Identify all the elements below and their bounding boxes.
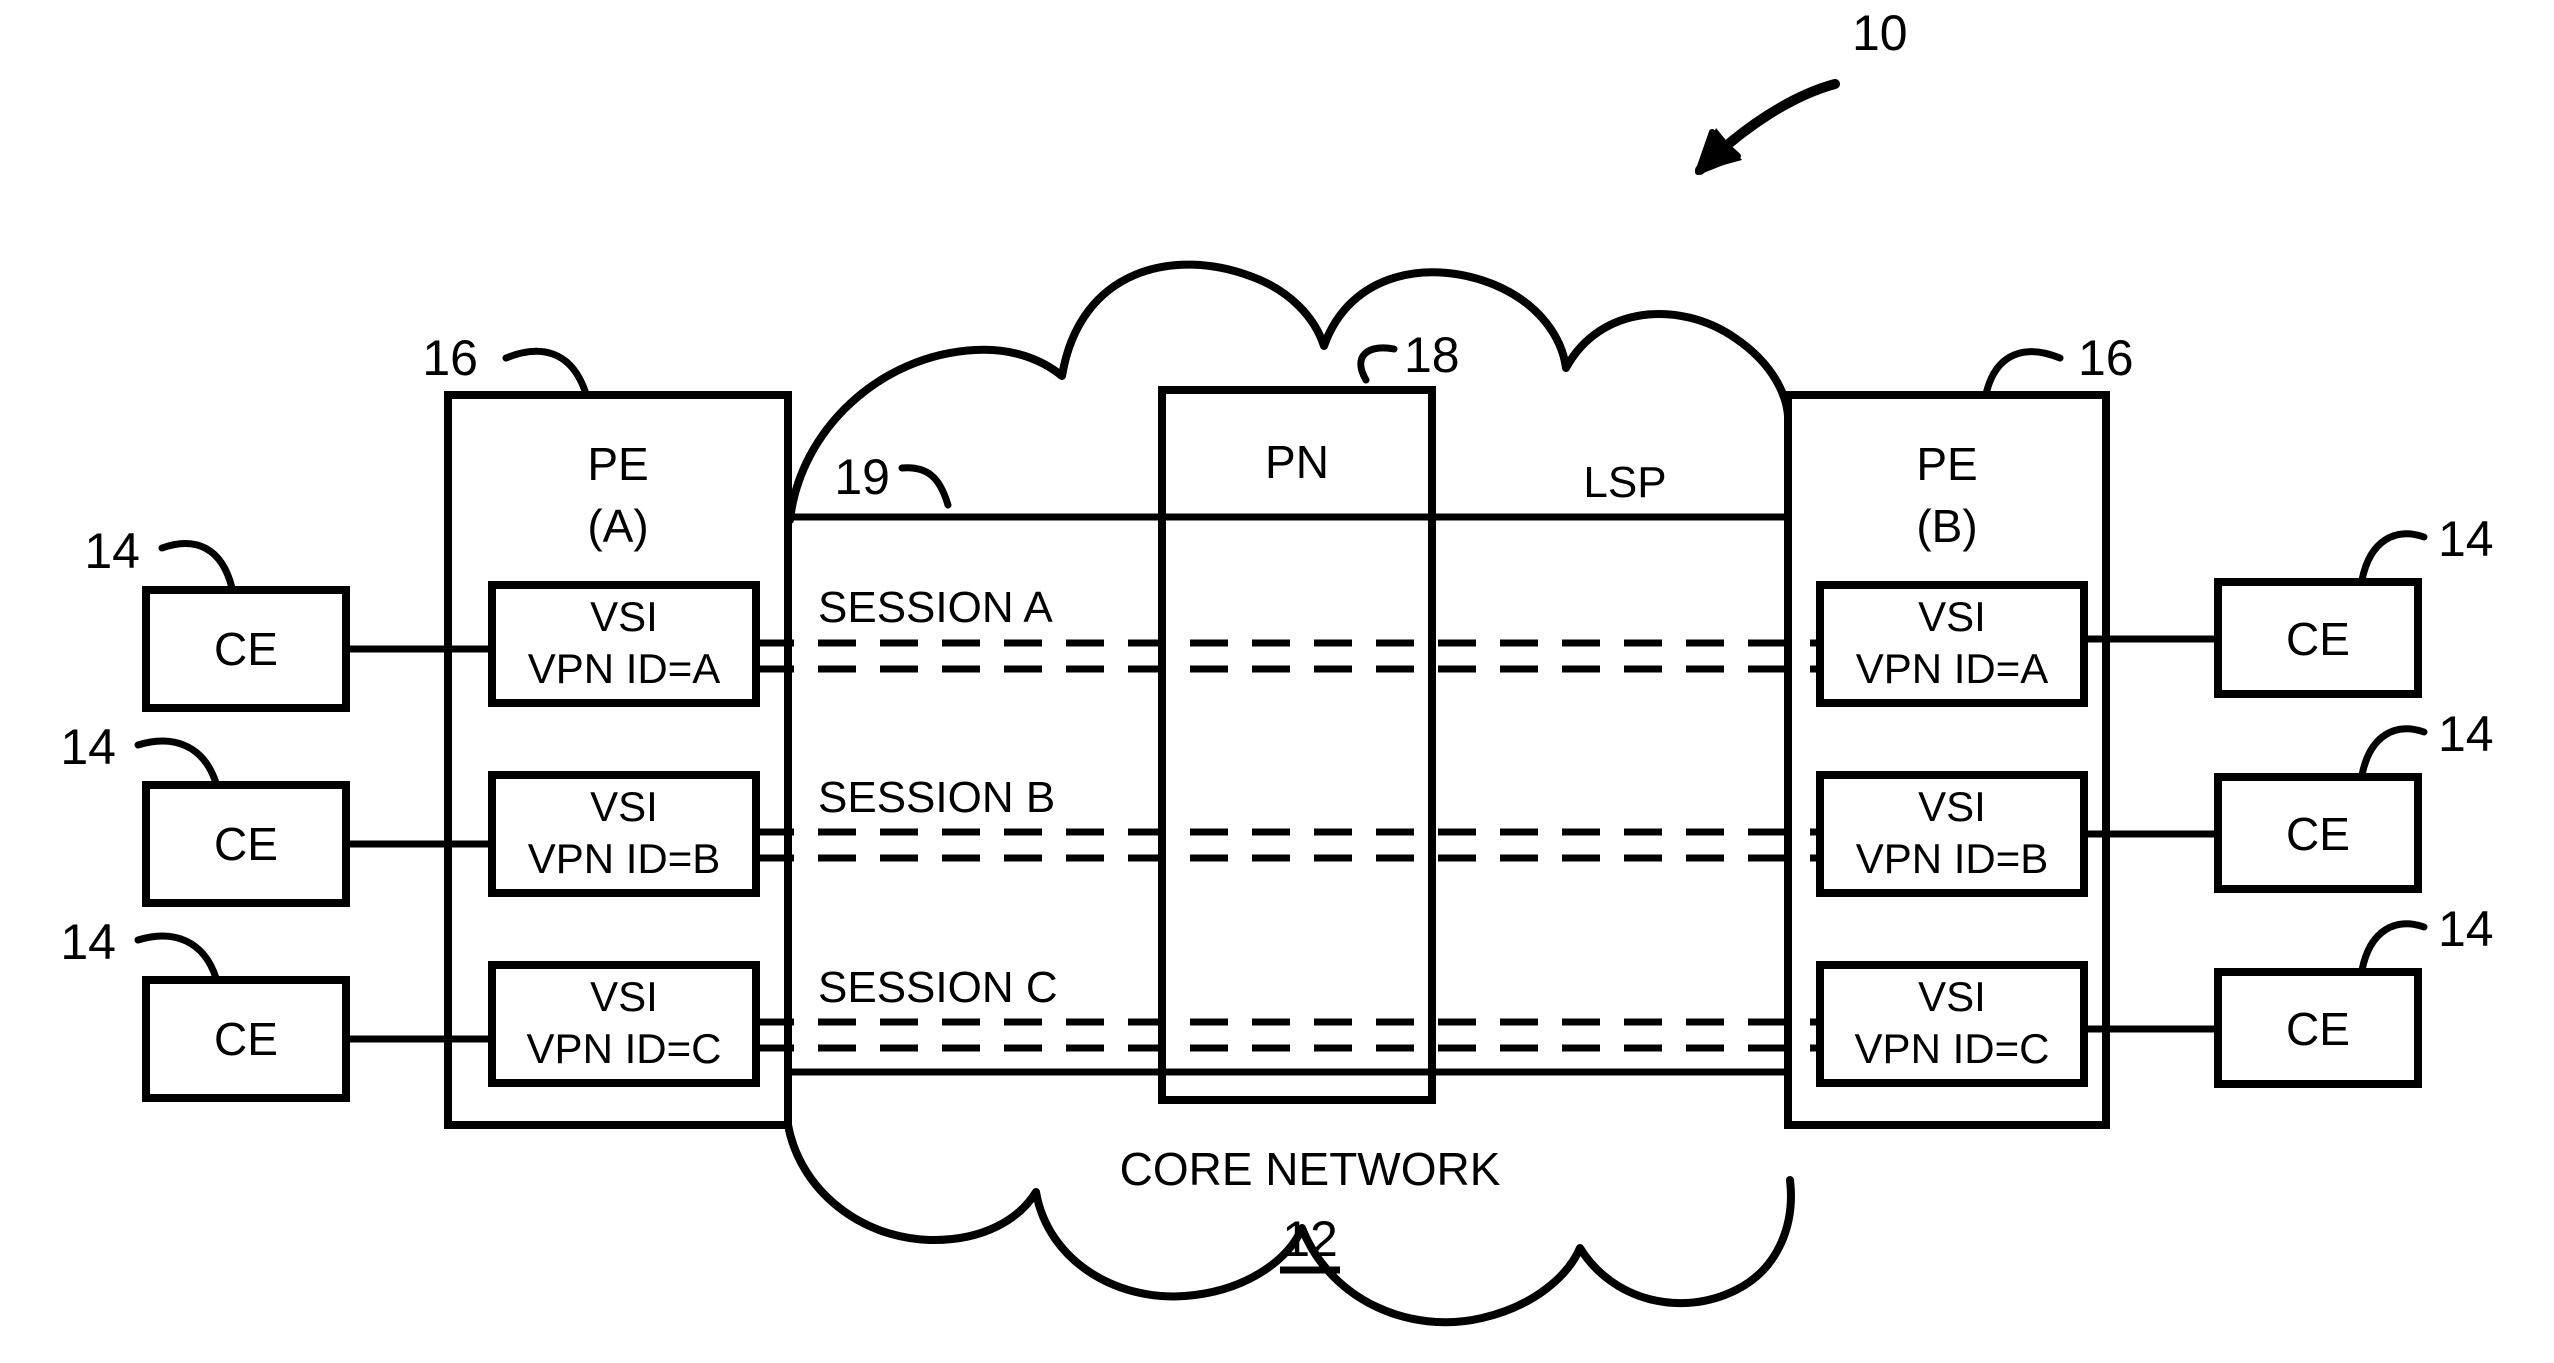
pn-numeral: 18 <box>1404 327 1460 383</box>
vsi-left-a-line1: VSI <box>590 593 658 640</box>
pn-label: PN <box>1265 436 1329 488</box>
patent-figure-canvas: PE (A) PE (B) PN LSP VSI VPN ID=A VSI VP… <box>0 0 2554 1363</box>
pe-b-label-line2: (B) <box>1916 500 1977 552</box>
pn-leader <box>1357 344 1398 384</box>
ce-left-2-label: CE <box>214 818 278 870</box>
ce-left-1-numeral: 14 <box>84 523 140 579</box>
ce-right-1-label: CE <box>2286 613 2350 665</box>
ce-left-3-leader <box>134 932 220 982</box>
pe-b-label-line1: PE <box>1916 438 1977 490</box>
ce-left-1-label: CE <box>214 623 278 675</box>
ce-right-3-leader <box>2358 920 2428 974</box>
ce-right-1-numeral: 14 <box>2438 511 2494 567</box>
lsp-numeral: 19 <box>834 449 890 505</box>
lsp-leader <box>898 464 952 509</box>
ce-left-2-leader <box>134 737 220 787</box>
ce-left-1-leader <box>158 540 236 592</box>
pe-a-numeral: 16 <box>422 330 478 386</box>
core-network-label: CORE NETWORK <box>1120 1143 1501 1195</box>
vsi-right-c-line2: VPN ID=C <box>1855 1025 2050 1072</box>
vsi-left-b-line2: VPN ID=B <box>528 835 721 882</box>
session-a-label: SESSION A <box>818 583 1053 632</box>
pe-a-leader <box>502 347 590 398</box>
core-network-numeral: 12 <box>1282 1211 1338 1267</box>
ce-right-1-leader <box>2358 530 2428 584</box>
pe-a-label-line1: PE <box>587 438 648 490</box>
figure-numeral: 10 <box>1852 5 1908 61</box>
ce-left-3-numeral: 14 <box>60 914 116 970</box>
session-b-label: SESSION B <box>818 773 1055 822</box>
ce-right-3-label: CE <box>2286 1003 2350 1055</box>
vsi-right-a-line2: VPN ID=A <box>1856 645 2049 692</box>
pe-b-numeral: 16 <box>2078 330 2134 386</box>
pe-b-leader <box>1982 348 2064 398</box>
vsi-left-c-line2: VPN ID=C <box>527 1025 722 1072</box>
vsi-left-b-line1: VSI <box>590 783 658 830</box>
ce-right-3-numeral: 14 <box>2438 901 2494 957</box>
ce-left-2-numeral: 14 <box>60 719 116 775</box>
vsi-left-c-line1: VSI <box>590 973 658 1020</box>
vsi-right-b-line2: VPN ID=B <box>1856 835 2049 882</box>
ce-left-3-label: CE <box>214 1013 278 1065</box>
vsi-left-a-line2: VPN ID=A <box>528 645 721 692</box>
session-c-label: SESSION C <box>818 963 1058 1012</box>
network-diagram: PE (A) PE (B) PN LSP VSI VPN ID=A VSI VP… <box>60 5 2494 1327</box>
pe-a-label-line2: (A) <box>587 500 648 552</box>
vsi-right-c-line1: VSI <box>1918 973 1986 1020</box>
vsi-right-a-line1: VSI <box>1918 593 1986 640</box>
figure-reference-arrow <box>1695 79 1840 175</box>
ce-right-2-label: CE <box>2286 808 2350 860</box>
ce-right-2-leader <box>2358 725 2428 779</box>
vsi-right-b-line1: VSI <box>1918 783 1986 830</box>
ce-right-2-numeral: 14 <box>2438 706 2494 762</box>
pn-box[interactable] <box>1158 386 1436 1104</box>
lsp-label: LSP <box>1583 458 1666 507</box>
